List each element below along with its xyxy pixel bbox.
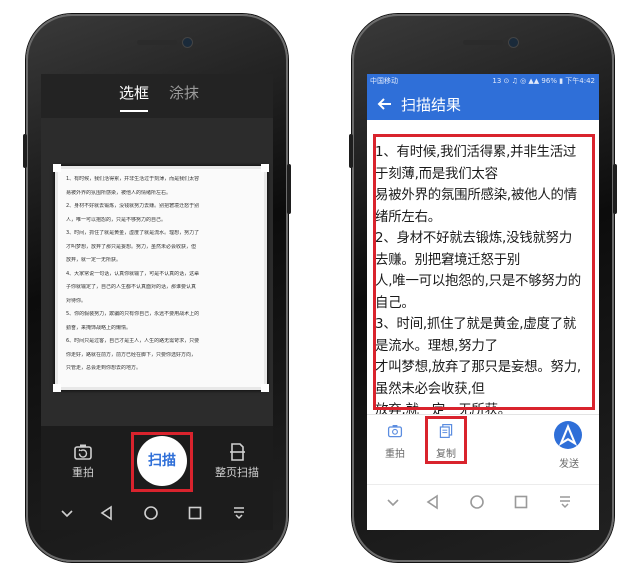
front-camera [508, 37, 519, 48]
crop-handle-top-left[interactable] [53, 164, 61, 172]
volume-button [23, 134, 27, 168]
document-text-line: 人，唯一可以抱怨的，只是不够努力的自己。 [66, 216, 167, 223]
camera-viewfinder: 1、有时候，我们活得累，并非生活过于刻薄，而是我们太容 易被外界的氛围所感染，被他… [41, 118, 273, 426]
nav-down-icon[interactable] [383, 492, 403, 512]
system-nav-bar [41, 496, 273, 530]
camera-rotate-icon [387, 425, 403, 438]
document-text-line: 才叫梦想，放弃了那只是妄想。努力，虽然未必会收获，但 [66, 243, 197, 250]
nav-back-icon[interactable] [97, 503, 117, 523]
document-text-line: 子你就输定了，自己的人生都不认真面对的话，那谁要认真 [66, 284, 197, 290]
nav-back-icon[interactable] [423, 492, 443, 512]
document-text-line: 放弃，就一定一无所获。 [66, 257, 122, 263]
document-text-line: 1、有时候，我们活得累，并非生活过于刻薄，而是我们太容 [66, 176, 200, 182]
fullpage-scan-button[interactable]: 整页扫描 [209, 442, 265, 480]
retake-label: 重拍 [72, 466, 94, 479]
camera-screen: 选框 涂抹 1、有时候，我们活得累，并非生活过于刻薄，而是我们太容 易被外界的氛围… [41, 74, 273, 530]
document-text-line: 6、时间只是过客，自己才是主人，人生的路无需苛求，只要 [66, 338, 200, 344]
power-button [613, 164, 617, 214]
earpiece-speaker [137, 40, 177, 45]
status-indicators: 13 ⊙ ♫ ◎ ▲▲ 96% ▮ 下午4:42 [492, 77, 595, 85]
crop-handle-bottom-right[interactable] [261, 384, 269, 392]
camera-rotate-icon [74, 444, 92, 460]
highlight-box-text [373, 134, 595, 410]
document-text-line: 易被外界的氛围所感染，被他人的情绪所左右。 [66, 189, 172, 196]
carrier-label: 中国移动 [370, 77, 398, 85]
highlight-box-copy [425, 416, 467, 464]
volume-button [349, 134, 353, 168]
front-camera [182, 37, 193, 48]
power-button [287, 164, 291, 214]
retake-button[interactable]: 重拍 [381, 423, 409, 460]
scanned-document[interactable]: 1、有时候，我们活得累，并非生活过于刻薄，而是我们太容 易被外界的氛围所感染，被他… [53, 164, 269, 392]
tab-smear[interactable]: 涂抹 [169, 82, 199, 103]
nav-menu-icon[interactable] [229, 503, 249, 523]
scan-result-screen: 中国移动 13 ⊙ ♫ ◎ ▲▲ 96% ▮ 下午4:42 扫描结果 1、有时候… [367, 74, 599, 530]
send-icon [558, 423, 578, 446]
document-text-line: 只管走，总会走到你想去的地方。 [66, 365, 142, 371]
fullpage-scan-icon [230, 443, 245, 461]
document-text-line: 你走好，路就在前方，前方已经在脚下，只要你选好方向， [66, 351, 197, 358]
app-header: 扫描结果 [367, 88, 599, 120]
result-action-bar: 重拍 复制 发送 [367, 414, 599, 485]
mode-tabs: 选框 涂抹 [41, 74, 273, 118]
document-text-line: 2、身材不好就去锻炼，没钱就努力去赚。别把窘境迁怒于别 [66, 203, 200, 209]
nav-down-icon[interactable] [57, 503, 77, 523]
retake-button[interactable]: 重拍 [63, 442, 103, 480]
earpiece-speaker [463, 40, 503, 45]
status-bar: 中国移动 13 ⊙ ♫ ◎ ▲▲ 96% ▮ 下午4:42 [367, 74, 599, 88]
right-phone: 中国移动 13 ⊙ ♫ ◎ ▲▲ 96% ▮ 下午4:42 扫描结果 1、有时候… [349, 14, 617, 562]
send-label: 发送 [559, 459, 579, 470]
nav-home-icon[interactable] [141, 503, 161, 523]
crop-handle-bottom-left[interactable] [53, 384, 61, 392]
document-text-line: 勤奋，来掩饰战略上的懒惰。 [66, 324, 132, 331]
nav-menu-icon[interactable] [555, 492, 575, 512]
send-button[interactable] [554, 421, 582, 449]
nav-recent-icon[interactable] [511, 492, 531, 512]
document-text-line: 4、大家常说一句话，认真你就输了，可是不认真的话，这辈 [66, 270, 200, 277]
fullpage-scan-label: 整页扫描 [215, 466, 259, 479]
back-arrow-icon[interactable] [375, 94, 395, 114]
document-text-line: 5、你的假装努力，欺骗的只有你自己，永远不要用战术上的 [66, 311, 200, 317]
retake-label: 重拍 [385, 449, 405, 460]
active-tab-indicator [120, 110, 148, 112]
system-nav-bar [367, 484, 599, 519]
nav-home-icon[interactable] [467, 492, 487, 512]
tab-select-frame[interactable]: 选框 [119, 82, 149, 103]
document-text-line: 3、时间，抓住了就是黄金，虚度了就是流水。理想，努力了 [66, 230, 200, 236]
highlight-box-scan [131, 432, 193, 492]
crop-handle-top-right[interactable] [261, 164, 269, 172]
left-phone: 选框 涂抹 1、有时候，我们活得累，并非生活过于刻薄，而是我们太容 易被外界的氛围… [23, 14, 291, 562]
document-text-line: 对待你。 [66, 297, 87, 304]
page-title: 扫描结果 [401, 96, 462, 114]
nav-recent-icon[interactable] [185, 503, 205, 523]
